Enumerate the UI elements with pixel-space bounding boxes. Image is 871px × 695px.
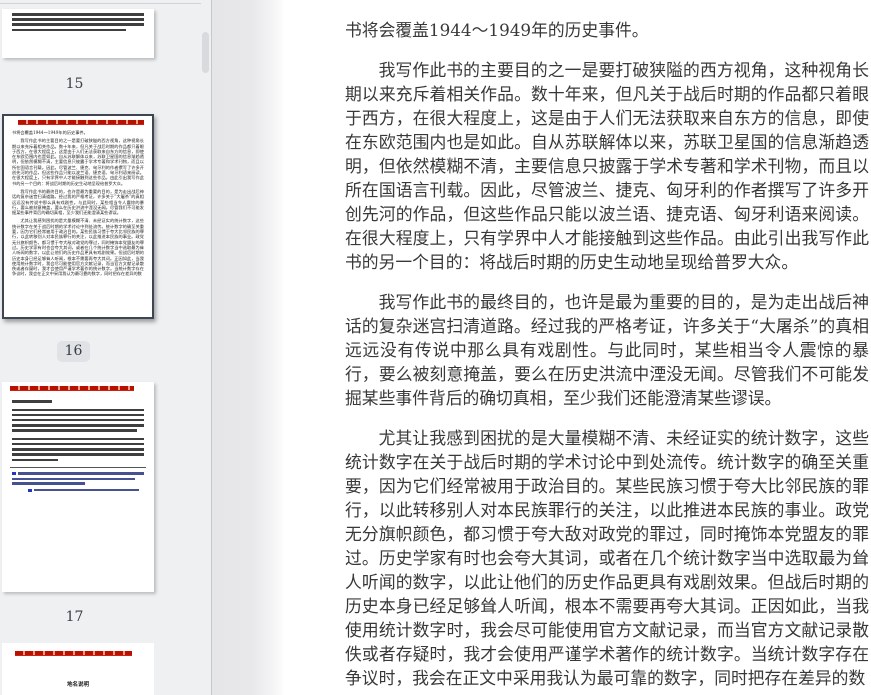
page-text: 书将会覆盖1944～1949年的历史事件。 我写作此书的主要目的之一是要打破狭隘… bbox=[283, 0, 869, 690]
thumbnail-text-placeholder bbox=[12, 13, 144, 32]
thumbnail-paragraph: 书将会覆盖1944～1949年的历史事件。 bbox=[12, 130, 88, 135]
thumbnail-text-placeholder bbox=[12, 437, 144, 461]
thumbnail-paragraph: 我写作此书的最终目的，也许是最为重要的目的，是为走出战后神话的复杂迷宫扫清道路。… bbox=[12, 188, 144, 216]
page-margin-gutter bbox=[212, 0, 283, 695]
sidebar-top-divider bbox=[0, 3, 201, 4]
page-thumbnail-15[interactable] bbox=[2, 9, 154, 58]
thumbnail-sidebar: 15 书将会覆盖1944～1949年的历史事件。 我写作此书的主要目的之一是要打… bbox=[0, 0, 211, 695]
thumbnail-text-placeholder bbox=[12, 400, 144, 403]
thumbnail-paragraph: 我写作此书的主要目的之一是要打破狭隘的西方视角，这种视角长期以来充斥着相关作品。… bbox=[12, 138, 144, 186]
thumbnail-footnote-block bbox=[2, 472, 154, 492]
footnote-separator bbox=[10, 467, 146, 468]
paragraph: 尤其让我感到困扰的是大量模糊不清、未经证实的统计数字，这些统计数字在关于战后时期… bbox=[345, 428, 869, 688]
footnote-ref-marker bbox=[28, 488, 32, 492]
paragraph: 书将会覆盖1944～1949年的历史事件。 bbox=[345, 20, 649, 40]
page-number-label-15: 15 bbox=[65, 76, 84, 92]
thumbnail-text-placeholder bbox=[12, 408, 144, 432]
page-number-label-16: 16 bbox=[57, 341, 90, 362]
thumbnail-paragraph: 尤其让我感到困扰的是大量模糊不清、未经证实的统计数字，这些统计数字在关于战后时期… bbox=[12, 218, 144, 277]
paragraph: 我写作此书的最终目的，也许是最为重要的目的，是为走出战后神话的复杂迷宫扫清道路。… bbox=[345, 292, 869, 408]
page-thumbnail-18[interactable]: 地名说明 bbox=[2, 643, 154, 695]
page-number-label-17: 17 bbox=[65, 609, 84, 625]
pdf-reader-window: 15 书将会覆盖1944～1949年的历史事件。 我写作此书的主要目的之一是要打… bbox=[0, 0, 871, 695]
footnote-ref-marker bbox=[12, 472, 16, 475]
page-thumbnail-17[interactable] bbox=[2, 382, 154, 592]
sidebar-scrollbar-thumb[interactable] bbox=[202, 32, 209, 73]
red-heading-line bbox=[10, 386, 134, 391]
thumbnail-heading: 地名说明 bbox=[66, 682, 89, 688]
document-page[interactable]: 书将会覆盖1944～1949年的历史事件。 我写作此书的主要目的之一是要打破狭隘… bbox=[283, 0, 871, 695]
red-heading-line bbox=[18, 120, 144, 125]
paragraph: 我写作此书的主要目的之一是要打破狭隘的西方视角，这种视角长期以来充斥着相关作品。… bbox=[345, 60, 869, 272]
thumbnail-page-text: 书将会覆盖1944～1949年的历史事件。 我写作此书的主要目的之一是要打破狭隘… bbox=[12, 130, 144, 277]
red-heading-line bbox=[15, 651, 132, 656]
page-thumbnail-16[interactable]: 书将会覆盖1944～1949年的历史事件。 我写作此书的主要目的之一是要打破狭隘… bbox=[2, 114, 154, 319]
